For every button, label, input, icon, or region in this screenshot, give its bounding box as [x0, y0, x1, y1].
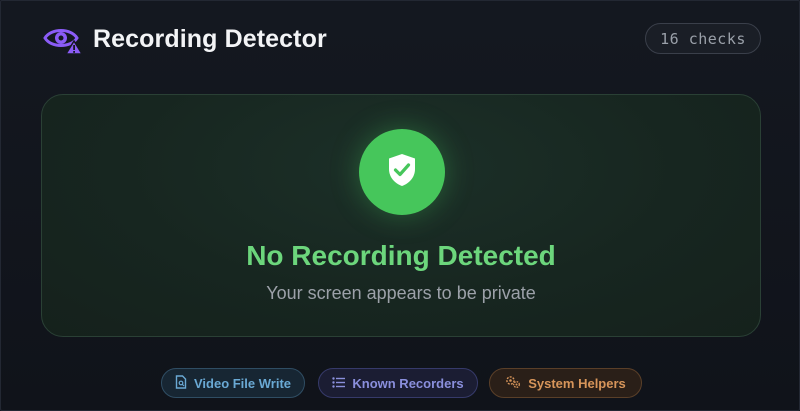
video-file-write-pill[interactable]: Video File Write — [161, 368, 305, 398]
status-title: No Recording Detected — [246, 240, 556, 271]
system-helpers-pill[interactable]: System Helpers — [489, 368, 642, 398]
status-card: No Recording Detected Your screen appear… — [41, 94, 761, 337]
status-indicator — [359, 129, 445, 215]
shield-check-icon — [386, 152, 418, 193]
app-title: Recording Detector — [93, 24, 327, 53]
pill-label: Video File Write — [193, 375, 292, 391]
known-recorders-pill[interactable]: Known Recorders — [318, 368, 478, 398]
eye-warning-icon — [43, 21, 85, 57]
document-icon — [175, 374, 194, 392]
gears-icon — [505, 375, 528, 392]
list-icon — [332, 376, 352, 391]
app-header: Recording Detector — [43, 21, 327, 57]
pill-label: System Helpers — [528, 375, 626, 391]
app-window: Recording Detector 16 checks No Recordin… — [0, 0, 800, 411]
status-subtitle: Your screen appears to be private — [266, 283, 536, 303]
pill-label: Known Recorders — [352, 375, 464, 391]
checks-count-badge: 16 checks — [645, 23, 761, 54]
